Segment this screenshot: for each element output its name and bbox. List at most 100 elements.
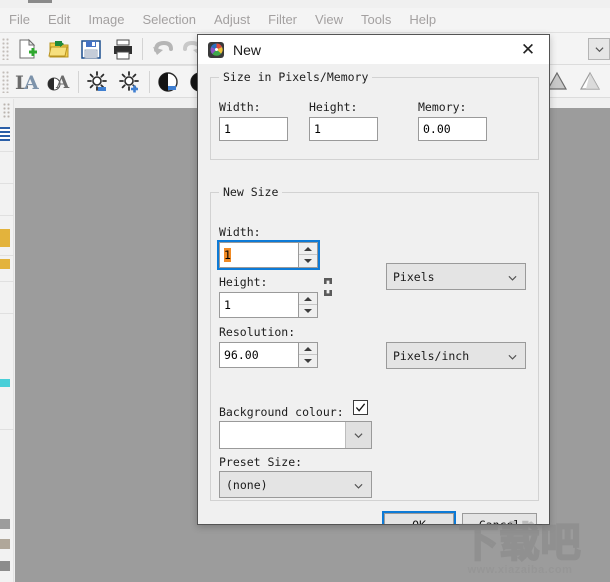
font-effect-button[interactable]: A: [43, 67, 75, 97]
preset-size-dropdown[interactable]: (none): [219, 471, 372, 498]
toolbar-separator: [142, 37, 143, 60]
menu-help[interactable]: Help: [400, 9, 445, 31]
size-units-value: Pixels: [393, 269, 435, 284]
strip-accent-cyan: [0, 379, 10, 387]
spin-down-icon[interactable]: [299, 305, 317, 317]
new-width-input[interactable]: 1: [219, 242, 298, 268]
font-effect-icon: A: [47, 73, 70, 93]
brightness-up-icon: [119, 70, 139, 92]
strip-accent-gray: [0, 519, 10, 529]
spin-up-icon[interactable]: [299, 343, 317, 355]
chain-link-icon[interactable]: [322, 277, 334, 303]
undo-button[interactable]: [146, 34, 178, 64]
checkmark-icon: [355, 403, 366, 412]
menu-selection[interactable]: Selection: [134, 9, 205, 31]
strip-accent-gray-3: [0, 561, 10, 571]
menu-image[interactable]: Image: [79, 9, 133, 31]
save-icon: [81, 39, 101, 59]
dialog-titlebar[interactable]: New ✕: [198, 35, 549, 64]
new-file-button[interactable]: [11, 34, 43, 64]
triangle-outline-shape-icon: [579, 71, 600, 90]
app-titlebar: [0, 0, 610, 8]
new-width-spinner[interactable]: 1: [217, 240, 320, 270]
background-colour-swatch[interactable]: [220, 422, 345, 448]
text-style-button[interactable]: L A: [11, 67, 43, 97]
strip-divider: [0, 281, 14, 282]
application-window: File Edit Image Selection Adjust Filter …: [0, 0, 610, 582]
dialog-title: New: [233, 41, 262, 58]
brightness-down-icon: [87, 70, 107, 91]
svg-text:A: A: [23, 72, 39, 93]
menu-filter[interactable]: Filter: [259, 9, 306, 31]
toolbar-grip-2[interactable]: [2, 70, 9, 93]
strip-divider: [0, 313, 14, 314]
resolution-label: Resolution:: [219, 325, 296, 339]
menu-file[interactable]: File: [0, 9, 39, 31]
memory-label: Memory:: [418, 100, 467, 114]
undo-icon: [153, 40, 173, 55]
close-icon[interactable]: ✕: [507, 35, 549, 64]
spin-up-icon[interactable]: [299, 293, 317, 305]
strip-divider: [0, 255, 14, 256]
resolution-spin-buttons[interactable]: [298, 342, 318, 368]
shape-toolbar: [540, 65, 610, 98]
new-file-icon: [19, 38, 37, 58]
background-colour-picker[interactable]: [219, 421, 372, 449]
brightness-down-button[interactable]: [82, 67, 114, 97]
resolution-units-dropdown[interactable]: Pixels/inch: [386, 342, 526, 369]
size-memory-legend: Size in Pixels/Memory: [219, 70, 373, 84]
brightness-up-button[interactable]: [114, 67, 146, 97]
toolbar-separator-3: [149, 70, 150, 93]
dialog-body: Size in Pixels/Memory Width: 1 Height: 1…: [198, 64, 549, 524]
save-button[interactable]: [75, 34, 107, 64]
resolution-spinner[interactable]: 96.00: [219, 342, 318, 368]
spin-up-icon[interactable]: [299, 243, 317, 255]
menu-view[interactable]: View: [306, 9, 352, 31]
cancel-button[interactable]: Cancel: [462, 513, 537, 524]
spin-down-icon[interactable]: [299, 255, 317, 267]
open-folder-button[interactable]: [43, 34, 75, 64]
size-units-dropdown[interactable]: Pixels: [386, 263, 526, 290]
svg-text:A: A: [55, 73, 70, 93]
strip-accent-gray-2: [0, 539, 10, 549]
new-width-spin-buttons[interactable]: [298, 242, 318, 268]
triangle-outline-shape-button[interactable]: [573, 66, 606, 96]
print-button[interactable]: [107, 34, 139, 64]
strip-divider: [0, 215, 14, 216]
ok-button[interactable]: OK: [382, 511, 456, 524]
print-icon: [114, 39, 132, 59]
resolution-input[interactable]: 96.00: [219, 342, 298, 368]
new-height-label: Height:: [219, 275, 268, 289]
new-width-label: Width:: [219, 225, 261, 239]
menu-adjust[interactable]: Adjust: [205, 9, 259, 31]
new-height-spinner[interactable]: 1: [219, 292, 318, 318]
preset-size-value: (none): [226, 477, 268, 492]
background-colour-dropdown[interactable]: [345, 422, 371, 448]
pixel-height-label: Height:: [309, 100, 358, 114]
menu-tools[interactable]: Tools: [352, 9, 400, 31]
new-height-spin-buttons[interactable]: [298, 292, 318, 318]
contrast-icon: [158, 71, 178, 92]
app-title-stub: [28, 0, 52, 3]
app-palette-icon: [208, 41, 224, 58]
new-size-group: New Size Width: 1 Height: 1 Pixels Resol…: [210, 185, 539, 501]
chevron-down-icon: [508, 271, 517, 281]
spin-down-icon[interactable]: [299, 355, 317, 367]
memory-field[interactable]: 0.00: [418, 117, 487, 141]
pixel-width-field[interactable]: 1: [219, 117, 288, 141]
strip-accent-amber-2: [0, 259, 10, 269]
new-width-value: 1: [224, 248, 231, 262]
background-colour-label: Background colour:: [219, 405, 344, 419]
resolution-units-value: Pixels/inch: [393, 348, 470, 363]
new-height-input[interactable]: 1: [219, 292, 298, 318]
toolbar-grip[interactable]: [2, 37, 9, 60]
toolbar-combo-remnant[interactable]: [588, 38, 610, 60]
chevron-down-icon: [354, 432, 363, 438]
strip-divider: [0, 151, 14, 152]
background-colour-checkbox[interactable]: [353, 400, 368, 415]
pixel-height-field[interactable]: 1: [309, 117, 378, 141]
menu-edit[interactable]: Edit: [39, 9, 79, 31]
menubar: File Edit Image Selection Adjust Filter …: [0, 8, 610, 32]
left-strip-grip[interactable]: [3, 103, 10, 119]
contrast-button[interactable]: [153, 67, 185, 97]
